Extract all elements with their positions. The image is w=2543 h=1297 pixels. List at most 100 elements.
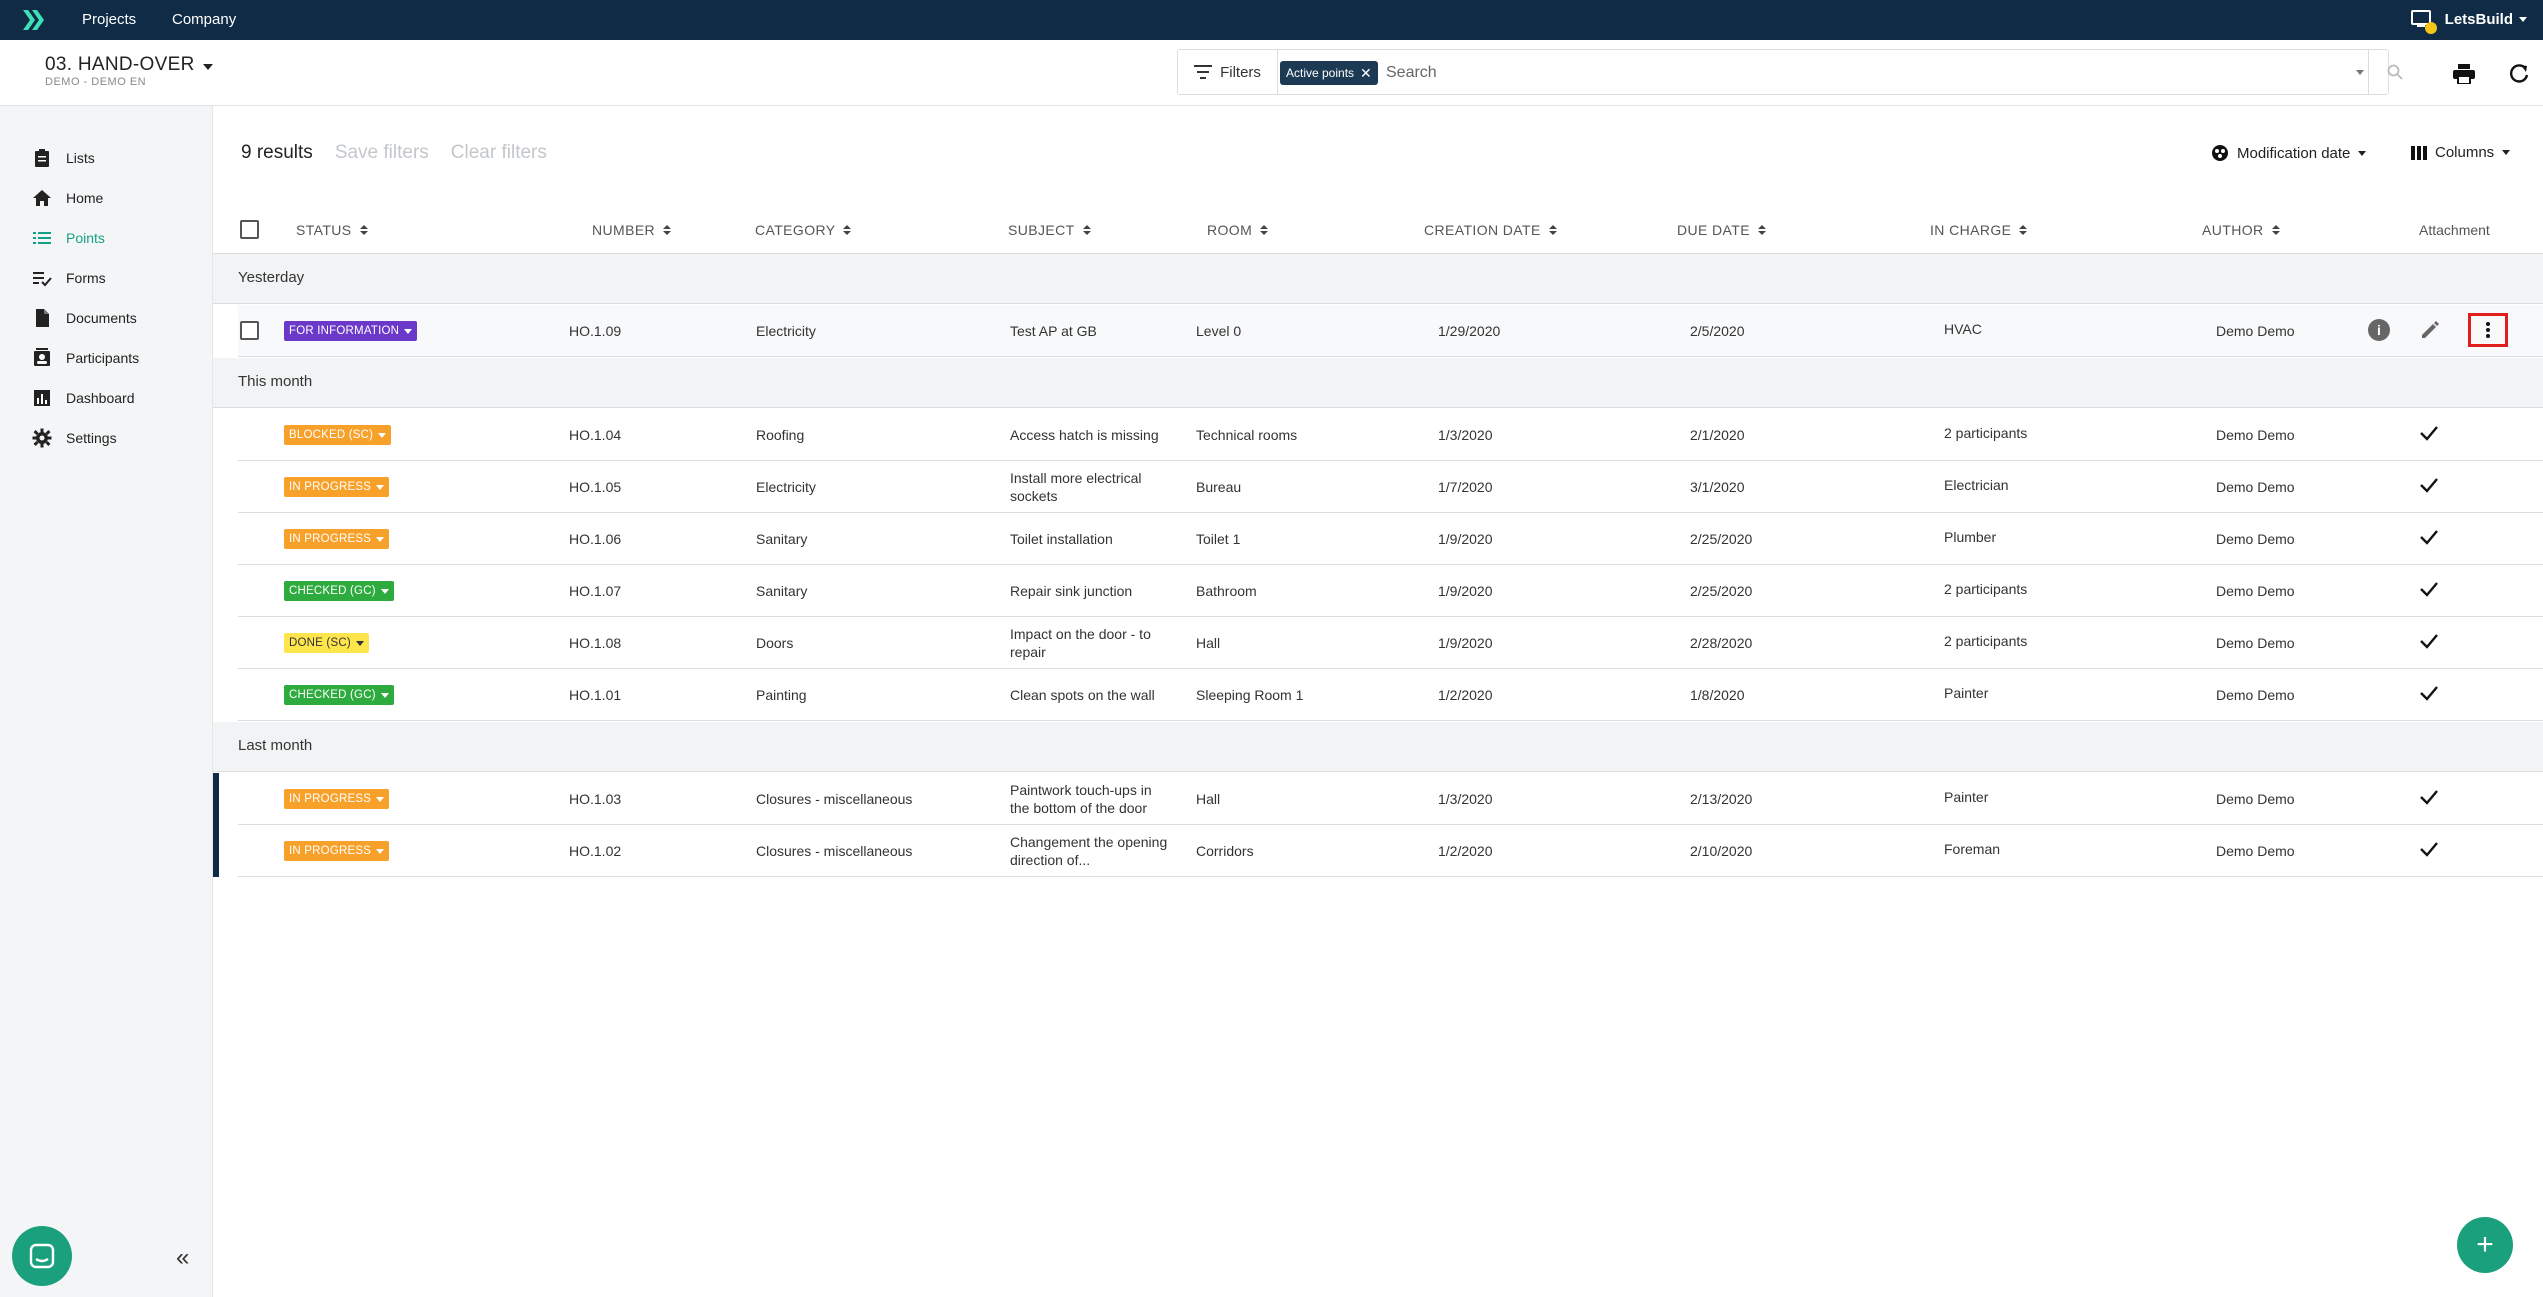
refresh-icon[interactable] bbox=[2505, 60, 2533, 88]
status-badge[interactable]: IN PROGRESS bbox=[284, 789, 390, 809]
column-header-author[interactable]: AUTHOR bbox=[2202, 222, 2280, 238]
sort-icon bbox=[1260, 225, 1269, 235]
cell-in-charge: Electrician bbox=[1944, 477, 2009, 493]
unread-indicator bbox=[213, 825, 219, 877]
cell-category: Electricity bbox=[756, 479, 816, 495]
column-header-creation-date[interactable]: CREATION DATE bbox=[1424, 222, 1557, 238]
column-header-number[interactable]: NUMBER bbox=[592, 222, 672, 238]
columns-icon bbox=[2411, 145, 2427, 160]
status-badge[interactable]: IN PROGRESS bbox=[284, 477, 390, 497]
sidebar-item-lists[interactable]: Lists bbox=[32, 146, 95, 170]
search-button[interactable] bbox=[2368, 50, 2420, 94]
row-checkbox[interactable] bbox=[240, 321, 259, 340]
table-row[interactable]: FOR INFORMATION HO.1.09 Electricity Test… bbox=[238, 305, 2543, 357]
select-all-checkbox[interactable] bbox=[240, 220, 259, 239]
cell-room: Corridors bbox=[1196, 843, 1254, 859]
column-header-category[interactable]: CATEGORY bbox=[755, 222, 852, 238]
cell-room: Technical rooms bbox=[1196, 427, 1298, 443]
status-badge[interactable]: FOR INFORMATION bbox=[284, 321, 418, 341]
top-navbar: Projects Company LetsBuild bbox=[0, 0, 2543, 40]
sidebar-item-label: Lists bbox=[66, 150, 95, 166]
sidebar-item-participants[interactable]: Participants bbox=[32, 346, 139, 370]
status-badge[interactable]: IN PROGRESS bbox=[284, 529, 390, 549]
cell-subject: Toilet installation bbox=[1010, 531, 1113, 547]
close-icon[interactable]: ✕ bbox=[1360, 66, 1372, 80]
chevron-down-icon bbox=[376, 848, 385, 854]
sort-icon bbox=[1757, 225, 1766, 235]
table-row[interactable]: IN PROGRESS HO.1.03 Closures - miscellan… bbox=[213, 773, 2543, 825]
status-badge[interactable]: CHECKED (GC) bbox=[284, 581, 394, 601]
sidebar-item-forms[interactable]: Forms bbox=[32, 266, 106, 290]
attachment-check-icon bbox=[2420, 842, 2438, 857]
table-row[interactable]: IN PROGRESS HO.1.02 Closures - miscellan… bbox=[213, 825, 2543, 877]
table-row[interactable]: CHECKED (GC) HO.1.07 Sanitary Repair sin… bbox=[238, 565, 2543, 617]
column-header-room[interactable]: ROOM bbox=[1207, 222, 1269, 238]
cell-room: Hall bbox=[1196, 791, 1221, 807]
columns-selector[interactable]: Columns bbox=[2411, 144, 2511, 161]
sort-selector[interactable]: Modification date bbox=[2211, 144, 2367, 162]
chevron-down-icon bbox=[2358, 150, 2367, 156]
column-header-status[interactable]: STATUS bbox=[296, 222, 368, 238]
sort-icon bbox=[663, 225, 672, 235]
chevron-down-icon bbox=[2502, 150, 2511, 155]
attachment-check-icon bbox=[2420, 478, 2438, 493]
column-header-due-date[interactable]: DUE DATE bbox=[1677, 222, 1766, 238]
sidebar-item-points[interactable]: Points bbox=[32, 226, 105, 250]
cell-number: HO.1.05 bbox=[569, 479, 622, 495]
status-badge[interactable]: DONE (SC) bbox=[284, 633, 369, 653]
table-row[interactable]: BLOCKED (SC) HO.1.04 Roofing Access hatc… bbox=[238, 409, 2543, 461]
notifications-icon[interactable] bbox=[2410, 10, 2437, 34]
sidebar-item-dashboard[interactable]: Dashboard bbox=[32, 386, 135, 410]
status-badge[interactable]: BLOCKED (SC) bbox=[284, 425, 392, 445]
sort-icon bbox=[843, 225, 852, 235]
add-point-button[interactable]: + bbox=[2457, 1217, 2513, 1273]
chevron-down-icon[interactable] bbox=[2356, 70, 2364, 75]
column-header-in-charge[interactable]: IN CHARGE bbox=[1930, 222, 2028, 238]
cell-creation-date: 1/3/2020 bbox=[1438, 427, 1493, 443]
sidebar-item-settings[interactable]: Settings bbox=[32, 426, 117, 450]
nav-projects[interactable]: Projects bbox=[82, 11, 136, 28]
search-input[interactable] bbox=[1386, 61, 2326, 85]
status-badge[interactable]: IN PROGRESS bbox=[284, 841, 390, 861]
clear-filters-button[interactable]: Clear filters bbox=[451, 142, 547, 164]
chevron-down-icon bbox=[404, 328, 413, 334]
group-header-yesterday: Yesterday bbox=[213, 254, 2543, 304]
table-row[interactable]: IN PROGRESS HO.1.06 Sanitary Toilet inst… bbox=[238, 513, 2543, 565]
nav-company[interactable]: Company bbox=[172, 11, 236, 28]
info-icon[interactable]: i bbox=[2368, 319, 2390, 341]
table-row[interactable]: DONE (SC) HO.1.08 Doors Impact on the do… bbox=[238, 617, 2543, 669]
cell-number: HO.1.03 bbox=[569, 791, 622, 807]
table-row[interactable]: CHECKED (GC) HO.1.01 Painting Clean spot… bbox=[238, 669, 2543, 721]
cell-due-date: 3/1/2020 bbox=[1690, 479, 1745, 495]
cell-subject: Changement the opening direction of... bbox=[1010, 834, 1168, 868]
cell-number: HO.1.01 bbox=[569, 687, 622, 703]
print-icon[interactable] bbox=[2450, 60, 2478, 88]
edit-icon[interactable] bbox=[2419, 319, 2441, 341]
filters-button[interactable]: Filters bbox=[1178, 50, 1278, 94]
status-badge[interactable]: CHECKED (GC) bbox=[284, 685, 394, 705]
sort-label: Modification date bbox=[2237, 144, 2351, 162]
column-header-subject[interactable]: SUBJECT bbox=[1008, 222, 1091, 238]
plus-icon: + bbox=[2476, 1228, 2494, 1261]
cell-category: Electricity bbox=[756, 323, 816, 339]
table-row[interactable]: IN PROGRESS HO.1.05 Electricity Install … bbox=[238, 461, 2543, 513]
user-menu[interactable]: LetsBuild bbox=[2410, 10, 2527, 34]
save-filters-button[interactable]: Save filters bbox=[335, 142, 429, 164]
letsbuild-logo-icon[interactable] bbox=[20, 6, 48, 34]
project-title: 03. HAND-OVER bbox=[45, 54, 195, 75]
sidebar: Lists Home Points Forms Documents Partic… bbox=[0, 106, 213, 1297]
chat-button[interactable] bbox=[12, 1226, 72, 1286]
collapse-sidebar-icon[interactable]: « bbox=[176, 1244, 189, 1272]
cell-number: HO.1.04 bbox=[569, 427, 622, 443]
chevron-down-icon bbox=[2519, 16, 2527, 22]
cell-subject: Paintwork touch-ups in the bottom of the… bbox=[1010, 782, 1152, 816]
sidebar-item-documents[interactable]: Documents bbox=[32, 306, 137, 330]
active-filter-chip[interactable]: Active points ✕ bbox=[1280, 61, 1378, 85]
sidebar-item-home[interactable]: Home bbox=[32, 186, 103, 210]
sidebar-item-label: Documents bbox=[66, 310, 137, 326]
project-selector[interactable]: 03. HAND-OVER bbox=[45, 54, 213, 76]
attachment-check-icon bbox=[2420, 686, 2438, 701]
cell-creation-date: 1/3/2020 bbox=[1438, 791, 1493, 807]
cell-room: Toilet 1 bbox=[1196, 531, 1241, 547]
more-options-button[interactable] bbox=[2468, 313, 2508, 347]
